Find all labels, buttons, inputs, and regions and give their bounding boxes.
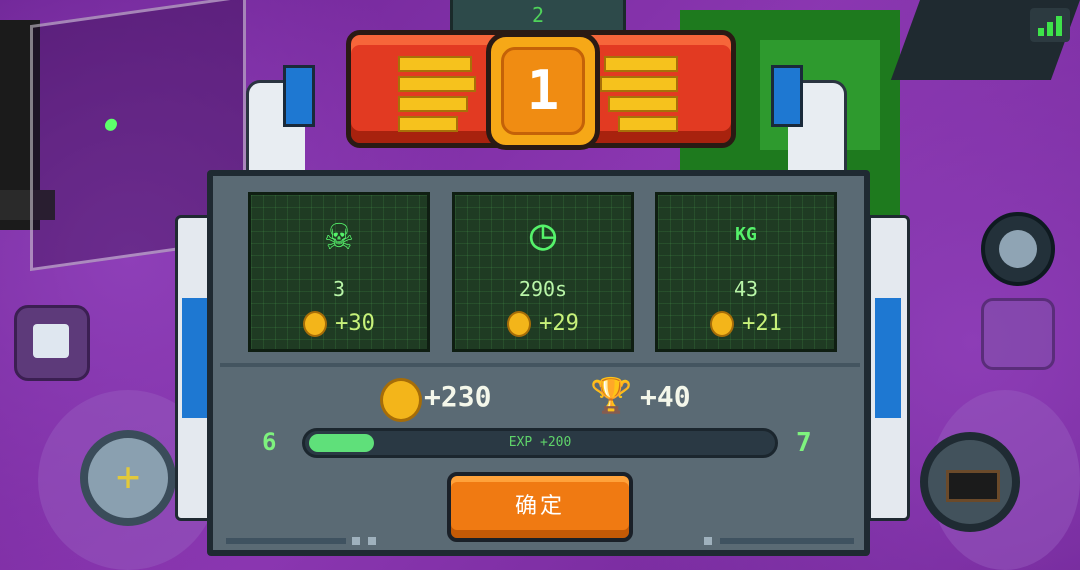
rank-number: 1 [501,47,585,135]
wing-left-icon [398,52,478,132]
exp-bar: EXP +200 [302,428,778,458]
stat-value: 290s [518,277,568,301]
banner-cap-left [283,65,315,127]
chat-face-icon [33,324,69,358]
panel-side-right [868,215,910,521]
level-from: 6 [262,428,277,456]
empty-skill-slot[interactable] [981,298,1055,370]
chat-button[interactable] [14,305,90,381]
coin-icon [710,311,735,337]
exp-label: EXP +200 [508,435,572,450]
player-marker [105,117,117,132]
panel-decor [226,538,346,544]
signal-bars-icon [1030,8,1070,42]
stat-card-time: ◷ 290s +29 [452,192,634,352]
rank-medal: 1 [486,32,600,150]
teammates-icon [999,230,1037,268]
total-coins: +230 [424,380,492,413]
clock-icon: ◷ [529,209,557,260]
panel-decor-dot [368,537,376,545]
weight-icon: KG [735,224,757,245]
wing-right-icon [600,52,684,132]
stat-card-kills: ☠ 3 +30 [248,192,430,352]
stat-reward: +30 [251,311,427,337]
coin-icon [507,311,532,337]
aim-joystick-knob[interactable] [920,432,1020,532]
stat-card-weight: KG 43 +21 [655,192,837,352]
panel-decor-dot [352,537,360,545]
move-joystick-knob[interactable]: + [80,430,176,526]
total-coin-icon [380,378,422,422]
panel-decor [720,538,854,544]
level-to: 7 [796,428,812,458]
stat-value: 43 [733,277,759,301]
banner-cap-right [771,65,803,127]
trophy-icon: 🏆 [590,376,633,416]
skull-icon: ☠ [325,209,353,260]
stat-reward: +21 [658,311,834,337]
panel-decor-dot [704,537,712,545]
total-trophies: +40 [640,380,691,413]
panel-divider [220,363,860,367]
teammates-button[interactable] [981,212,1055,286]
weapon-icon [946,470,1000,502]
coin-icon [303,311,328,337]
confirm-button[interactable]: 确定 [447,472,633,542]
stat-reward: +29 [455,311,631,337]
stat-value: 3 [332,277,346,301]
